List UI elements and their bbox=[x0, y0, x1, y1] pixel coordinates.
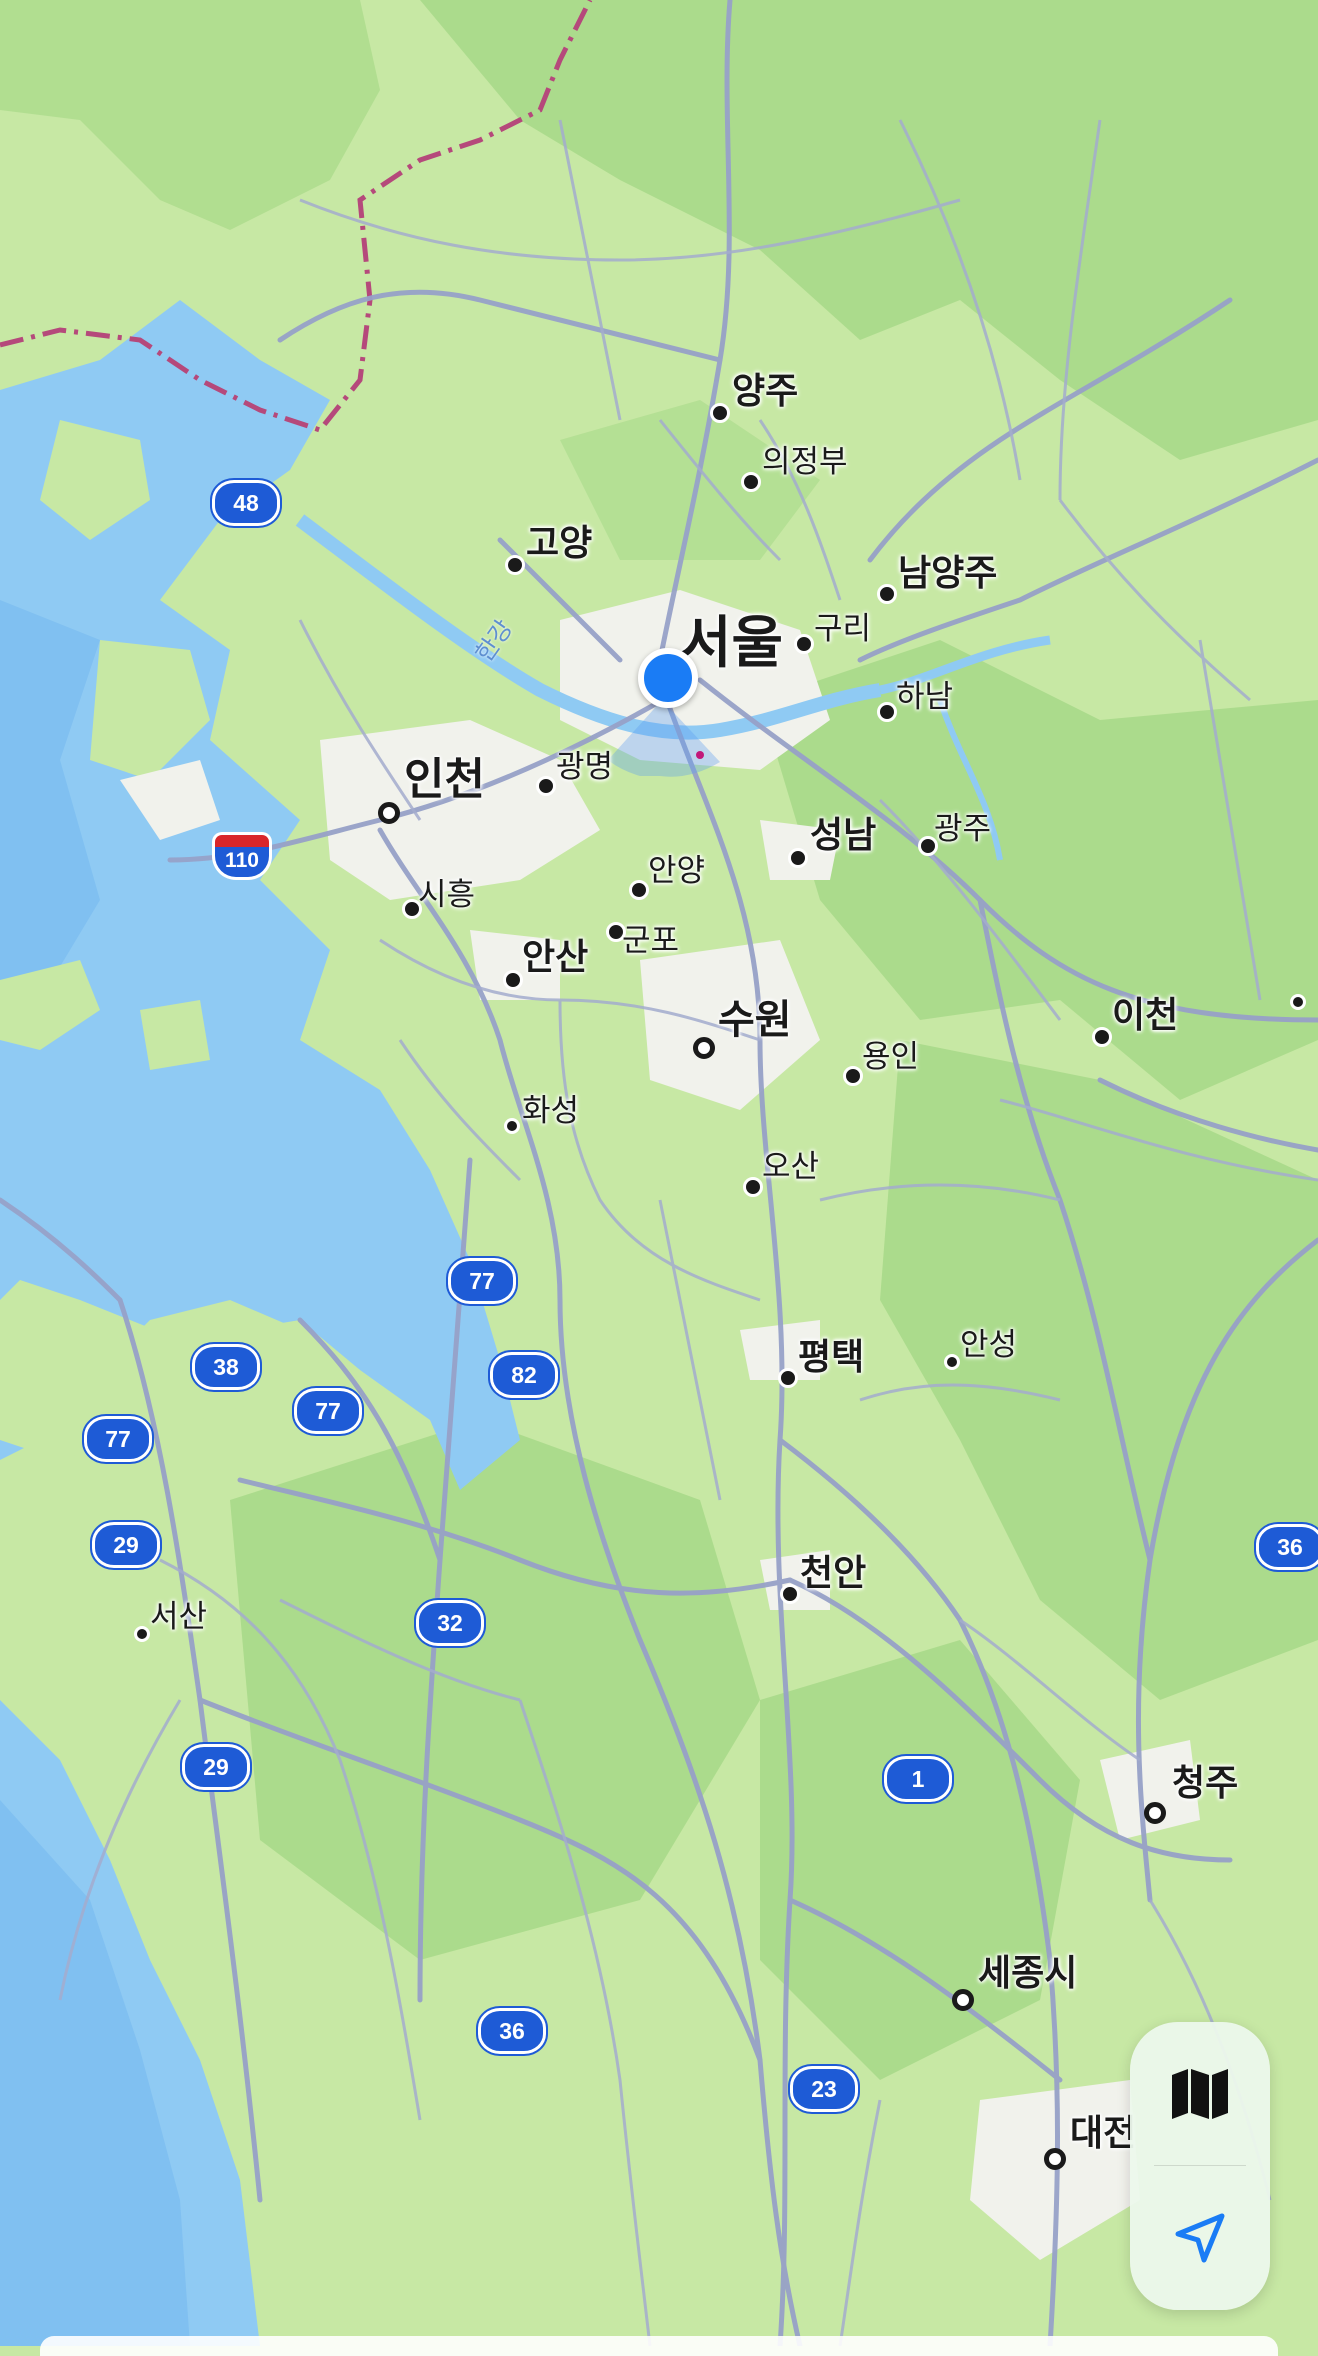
route-shield-48: 48 bbox=[212, 480, 280, 526]
route-shield-36b: 36 bbox=[478, 2008, 546, 2054]
city-label-cheongju[interactable]: 청주 bbox=[1172, 1766, 1238, 1802]
city-dot-yangju bbox=[710, 403, 730, 423]
city-dot-incheon bbox=[378, 802, 400, 824]
city-label-namyangju[interactable]: 남양주 bbox=[898, 556, 997, 592]
route-shield-38: 38 bbox=[192, 1344, 260, 1390]
city-label-uijeongbu[interactable]: 의정부 bbox=[762, 447, 848, 478]
expressway-shield-top bbox=[212, 832, 272, 847]
city-dot-seosan bbox=[134, 1626, 150, 1642]
city-dot-ansan bbox=[503, 970, 523, 990]
route-shield-32: 32 bbox=[416, 1600, 484, 1646]
city-dot-cheongju bbox=[1144, 1802, 1166, 1824]
city-label-gwangju[interactable]: 광주 bbox=[934, 814, 991, 845]
city-dot-osan bbox=[743, 1177, 763, 1197]
city-label-guri[interactable]: 구리 bbox=[814, 614, 871, 645]
city-label-gwangmyeong[interactable]: 광명 bbox=[556, 752, 613, 783]
city-label-cheonan[interactable]: 천안 bbox=[800, 1556, 866, 1592]
city-label-osan[interactable]: 오산 bbox=[762, 1152, 819, 1183]
city-label-seosan[interactable]: 서산 bbox=[150, 1602, 207, 1633]
city-label-siheung[interactable]: 시흥 bbox=[418, 880, 475, 911]
city-dot-yongin bbox=[843, 1066, 863, 1086]
route-shield-29b: 29 bbox=[182, 1744, 250, 1790]
city-dot-edge bbox=[1290, 994, 1306, 1010]
city-label-ansan[interactable]: 안산 bbox=[522, 940, 588, 976]
city-dot-hanam bbox=[877, 702, 897, 722]
city-label-incheon[interactable]: 인천 bbox=[404, 758, 485, 802]
route-shield-77b: 77 bbox=[294, 1388, 362, 1434]
route-shield-77: 77 bbox=[448, 1258, 516, 1304]
map-controls bbox=[1130, 2022, 1270, 2310]
city-label-anyang[interactable]: 안양 bbox=[648, 856, 705, 887]
city-label-pyeongtaek[interactable]: 평택 bbox=[798, 1340, 864, 1376]
city-label-yongin[interactable]: 용인 bbox=[862, 1042, 919, 1073]
city-dot-daejeon bbox=[1044, 2148, 1066, 2170]
expressway-shield-110: 110 bbox=[212, 832, 272, 880]
city-dot-anseong bbox=[944, 1354, 960, 1370]
map-icon bbox=[1172, 2069, 1228, 2119]
expressway-shield-number: 110 bbox=[212, 847, 272, 880]
user-location-dot[interactable] bbox=[638, 648, 698, 708]
city-label-seongnam[interactable]: 성남 bbox=[810, 818, 876, 854]
city-dot-pyeongtaek bbox=[778, 1368, 798, 1388]
city-label-goyang[interactable]: 고양 bbox=[526, 526, 592, 562]
city-label-icheon[interactable]: 이천 bbox=[1112, 998, 1178, 1034]
city-label-seoul[interactable]: 서울 bbox=[680, 616, 783, 672]
route-shield-23: 23 bbox=[790, 2066, 858, 2112]
city-dot-cheonan bbox=[780, 1584, 800, 1604]
city-label-daejeon[interactable]: 대전 bbox=[1070, 2116, 1136, 2152]
city-label-gunpo[interactable]: 군포 bbox=[622, 926, 679, 957]
city-dot-seongnam bbox=[788, 848, 808, 868]
map-mode-button[interactable] bbox=[1130, 2022, 1270, 2166]
city-label-yangju[interactable]: 양주 bbox=[732, 374, 798, 410]
city-dot-suwon bbox=[693, 1037, 715, 1059]
city-dot-gwangmyeong bbox=[536, 776, 556, 796]
route-shield-82: 82 bbox=[490, 1352, 558, 1398]
city-label-suwon[interactable]: 수원 bbox=[718, 1000, 792, 1040]
city-dot-anyang bbox=[629, 880, 649, 900]
location-arrow-icon bbox=[1175, 2213, 1225, 2263]
route-shield-77c: 77 bbox=[84, 1416, 152, 1462]
route-shield-29: 29 bbox=[92, 1522, 160, 1568]
city-dot-sejong bbox=[952, 1989, 974, 2011]
map-canvas[interactable] bbox=[0, 0, 1318, 2346]
route-shield-1: 1 bbox=[884, 1756, 952, 1802]
city-label-hwaseong[interactable]: 화성 bbox=[522, 1096, 579, 1127]
city-dot-hwaseong bbox=[504, 1118, 520, 1134]
city-label-hanam[interactable]: 하남 bbox=[896, 682, 953, 713]
route-shield-36: 36 bbox=[1256, 1524, 1318, 1570]
city-dot-uijeongbu bbox=[741, 472, 761, 492]
locate-me-button[interactable] bbox=[1130, 2166, 1270, 2310]
city-dot-guri bbox=[794, 634, 814, 654]
bottom-sheet-handle[interactable] bbox=[40, 2336, 1278, 2356]
city-dot-namyangju bbox=[877, 584, 897, 604]
city-dot-goyang bbox=[505, 555, 525, 575]
city-label-sejong[interactable]: 세종시 bbox=[978, 1956, 1077, 1992]
city-label-anseong[interactable]: 안성 bbox=[960, 1330, 1017, 1361]
city-dot-icheon bbox=[1092, 1027, 1112, 1047]
